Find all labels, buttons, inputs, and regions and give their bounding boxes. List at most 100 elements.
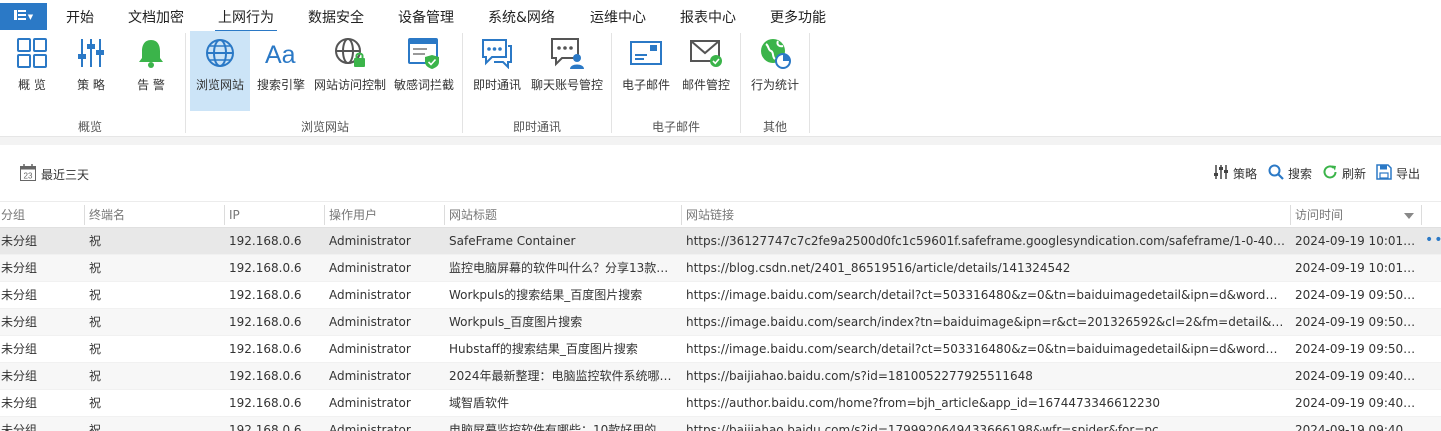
ribbon-button-label: 策 略 bbox=[77, 78, 105, 92]
table-row[interactable]: 未分组 祝 192.168.0.6 Administrator SafeFrame Co… bbox=[0, 228, 1441, 255]
table-row[interactable]: 未分组 祝 192.168.0.6 Administrator 域智盾软件 https:/… bbox=[0, 390, 1441, 417]
menu-tab-report-center[interactable]: 报表中心 bbox=[680, 7, 736, 27]
ribbon-button-label: 网站访问控制 bbox=[313, 78, 386, 92]
ribbon-group-label-im: 即时通讯 bbox=[512, 120, 561, 134]
chat-bubble-icon bbox=[480, 36, 514, 70]
group-divider bbox=[462, 33, 463, 133]
date-range-filter[interactable]: 23 最近三天 bbox=[20, 164, 89, 184]
cell-terminal: 祝 bbox=[89, 315, 102, 329]
ribbon-alert-button[interactable]: 告 警 bbox=[129, 31, 173, 111]
table-row[interactable]: 未分组 祝 192.168.0.6 Administrator 2024年最新整理：电脑… bbox=[0, 363, 1441, 390]
policy-button[interactable]: 策略 bbox=[1213, 164, 1257, 183]
envelope-check-icon bbox=[689, 36, 723, 70]
cell-group: 未分组 bbox=[1, 396, 38, 410]
menu-tab-doc-encryption[interactable]: 文档加密 bbox=[128, 7, 184, 27]
menu-bar: ▼ 开始 文档加密 上网行为 数据安全 设备管理 系统&网络 运维中心 报表中心… bbox=[0, 0, 1441, 32]
cell-site-title: Workpuls_百度图片搜索 bbox=[449, 315, 583, 329]
date-range-label: 最近三天 bbox=[41, 167, 90, 182]
row-more-options-icon[interactable]: ••• bbox=[1425, 228, 1441, 255]
column-resize-handle[interactable] bbox=[444, 205, 445, 225]
table-row[interactable]: 未分组 祝 192.168.0.6 Administrator Hubstaff的搜索结… bbox=[0, 336, 1441, 363]
globe-stats-icon bbox=[758, 36, 792, 70]
ribbon-button-label: 搜索引擎 bbox=[256, 78, 305, 92]
save-export-icon bbox=[1376, 164, 1392, 183]
svg-text:23: 23 bbox=[24, 172, 33, 181]
ribbon-group-label-other: 其他 bbox=[762, 120, 787, 134]
menu-tab-internet-behavior[interactable]: 上网行为 bbox=[215, 7, 277, 32]
column-header-ip[interactable]: IP bbox=[229, 202, 240, 229]
font-aa-icon: Aa bbox=[264, 36, 298, 70]
column-resize-handle[interactable] bbox=[1290, 205, 1291, 225]
ribbon-sensitive-word-block-button[interactable]: 敏感词拦截 bbox=[392, 31, 456, 111]
menu-tab-more-features[interactable]: 更多功能 bbox=[770, 7, 826, 27]
cell-user: Administrator bbox=[329, 369, 411, 383]
cell-site-title: SafeFrame Container bbox=[449, 234, 576, 248]
cell-site-url: https://author.baidu.com/home?from=bjh_a… bbox=[686, 396, 1160, 410]
table-row[interactable]: 未分组 祝 192.168.0.6 Administrator Workpuls_百度图… bbox=[0, 309, 1441, 336]
column-resize-handle[interactable] bbox=[681, 205, 682, 225]
column-resize-handle[interactable] bbox=[84, 205, 85, 225]
cell-user: Administrator bbox=[329, 315, 411, 329]
column-header-user[interactable]: 操作用户 bbox=[329, 202, 377, 229]
column-resize-handle[interactable] bbox=[1421, 205, 1422, 225]
search-button[interactable]: 搜索 bbox=[1268, 164, 1312, 183]
calendar-icon: 23 bbox=[20, 164, 36, 184]
cell-terminal: 祝 bbox=[89, 369, 102, 383]
cell-visit-time: 2024-09-19 10:01:11 bbox=[1295, 261, 1419, 275]
ribbon-chat-account-control-button[interactable]: 聊天账号管控 bbox=[528, 31, 606, 111]
app-menu-icon bbox=[13, 9, 26, 24]
cell-group: 未分组 bbox=[1, 342, 38, 356]
cell-ip: 192.168.0.6 bbox=[229, 342, 302, 356]
menu-tab-device-management[interactable]: 设备管理 bbox=[398, 7, 454, 27]
column-resize-handle[interactable] bbox=[224, 205, 225, 225]
ribbon-instant-messaging-button[interactable]: 即时通讯 bbox=[470, 31, 524, 111]
bell-icon bbox=[134, 36, 168, 70]
ribbon-button-label: 敏感词拦截 bbox=[393, 78, 454, 92]
sliders-icon bbox=[74, 36, 108, 70]
ribbon-email-button[interactable]: 电子邮件 bbox=[618, 31, 674, 111]
column-header-terminal[interactable]: 终端名 bbox=[89, 202, 125, 229]
app-menu-button[interactable]: ▼ bbox=[0, 3, 47, 30]
ribbon-policy-button[interactable]: 策 略 bbox=[69, 31, 113, 111]
cell-group: 未分组 bbox=[1, 234, 38, 248]
ribbon-email-control-button[interactable]: 邮件管控 bbox=[678, 31, 734, 111]
column-header-visit-time[interactable]: 访问时间 bbox=[1295, 202, 1343, 229]
column-header-site-url[interactable]: 网站链接 bbox=[686, 202, 734, 229]
export-button[interactable]: 导出 bbox=[1376, 164, 1420, 183]
ribbon-button-label: 行为统计 bbox=[750, 78, 799, 92]
ribbon-website-access-control-button[interactable]: 网站访问控制 bbox=[312, 31, 388, 111]
records-table: 分组 终端名 IP 操作用户 网站标题 网站链接 访问时间 未分组祝 192.16… bbox=[0, 201, 1441, 431]
export-label: 导出 bbox=[1396, 167, 1421, 181]
table-row[interactable]: 未分组 祝 192.168.0.6 Administrator Workpuls的搜索结… bbox=[0, 282, 1441, 309]
ribbon-overview-button[interactable]: 概 览 bbox=[10, 31, 54, 111]
table-body: 未分组祝 192.168.0.6 Administrator SafeFrame Co… bbox=[0, 228, 1441, 431]
ribbon: 概 览 策 略 告 警 浏览网站 Aa 搜索引擎 网站访问控制 敏感词拦截 即时… bbox=[0, 31, 1441, 137]
ribbon-browse-websites-button[interactable]: 浏览网站 bbox=[190, 31, 250, 111]
sort-descending-icon[interactable] bbox=[1404, 213, 1414, 219]
ribbon-button-label: 电子邮件 bbox=[621, 78, 670, 92]
menu-tab-system-network[interactable]: 系统&网络 bbox=[488, 7, 555, 27]
table-row[interactable]: 未分组 祝 192.168.0.6 Administrator 监控电脑屏幕的软件叫什么… bbox=[0, 255, 1441, 282]
ribbon-button-label: 概 览 bbox=[18, 78, 46, 92]
cell-user: Administrator bbox=[329, 423, 411, 431]
menu-tab-ops-center[interactable]: 运维中心 bbox=[590, 7, 646, 27]
cell-site-title: 监控电脑屏幕的软件叫什么？分享13款电... bbox=[449, 261, 679, 275]
ribbon-behavior-stats-button[interactable]: 行为统计 bbox=[747, 31, 803, 111]
table-row[interactable]: 未分组 祝 192.168.0.6 Administrator 电脑屏幕监控软件有哪些：… bbox=[0, 417, 1441, 431]
dashboard-icon bbox=[15, 36, 49, 70]
column-header-group[interactable]: 分组 bbox=[1, 202, 25, 229]
svg-text:Aa: Aa bbox=[265, 41, 296, 69]
column-resize-handle[interactable] bbox=[324, 205, 325, 225]
policy-label: 策略 bbox=[1233, 167, 1258, 181]
cell-site-title: 域智盾软件 bbox=[449, 396, 510, 410]
column-header-site-title[interactable]: 网站标题 bbox=[449, 202, 497, 229]
ribbon-group-label-email: 电子邮件 bbox=[651, 120, 700, 134]
ribbon-search-engine-button[interactable]: Aa 搜索引擎 bbox=[253, 31, 309, 111]
cell-user: Administrator bbox=[329, 342, 411, 356]
menu-tab-start[interactable]: 开始 bbox=[66, 7, 94, 27]
menu-tab-data-security[interactable]: 数据安全 bbox=[308, 7, 364, 27]
refresh-button[interactable]: 刷新 bbox=[1322, 164, 1366, 183]
cell-user: Administrator bbox=[329, 288, 411, 302]
cell-visit-time: 2024-09-19 09:50:51 bbox=[1295, 315, 1419, 329]
cell-site-title: Hubstaff的搜索结果_百度图片搜索 bbox=[449, 342, 638, 356]
